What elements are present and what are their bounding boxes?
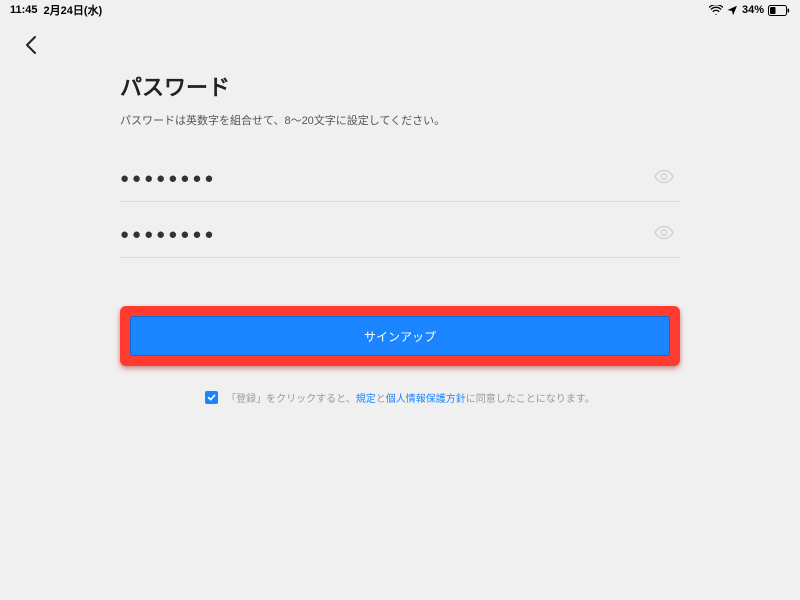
status-date: 2月24日(水) — [44, 2, 103, 18]
battery-icon — [768, 5, 790, 16]
battery-percent: 34% — [742, 4, 764, 16]
signup-button-label: サインアップ — [364, 328, 436, 345]
chevron-left-icon — [24, 35, 38, 55]
signup-highlight: サインアップ — [120, 306, 680, 366]
privacy-link[interactable]: 個人情報保護方針 — [386, 394, 466, 405]
toggle-confirm-visibility[interactable] — [654, 225, 674, 244]
status-bar: 11:45 2月24日(水) 34% — [0, 0, 800, 18]
consent-row: 「登録」をクリックすると、規定と個人情報保護方針に同意したことになります。 — [120, 390, 680, 405]
page-title: パスワード — [120, 70, 680, 102]
content: パスワード パスワードは英数字を組合せて、8〜20文字に設定してください。 ●●… — [120, 70, 680, 405]
consent-and: と — [376, 394, 386, 405]
status-left: 11:45 2月24日(水) — [10, 2, 102, 18]
consent-checkbox[interactable] — [205, 391, 218, 404]
check-icon — [207, 393, 216, 402]
consent-prefix: 「登録」をクリックすると、 — [226, 394, 356, 405]
consent-text: 「登録」をクリックすると、規定と個人情報保護方針に同意したことになります。 — [226, 390, 595, 405]
page-subtitle: パスワードは英数字を組合せて、8〜20文字に設定してください。 — [120, 112, 680, 128]
terms-link[interactable]: 規定 — [356, 394, 376, 405]
back-button[interactable] — [18, 32, 44, 58]
consent-suffix: に同意したことになります。 — [466, 394, 595, 405]
location-icon — [727, 5, 738, 16]
eye-icon — [654, 225, 674, 239]
status-time: 11:45 — [10, 4, 38, 16]
password-value: ●●●●●●●● — [120, 170, 216, 187]
password-field[interactable]: ●●●●●●●● — [120, 156, 680, 202]
status-right: 34% — [709, 4, 790, 16]
confirm-password-value: ●●●●●●●● — [120, 226, 216, 243]
signup-button[interactable]: サインアップ — [130, 316, 670, 356]
confirm-password-field[interactable]: ●●●●●●●● — [120, 212, 680, 258]
wifi-icon — [709, 5, 723, 15]
eye-icon — [654, 169, 674, 183]
toggle-password-visibility[interactable] — [654, 169, 674, 188]
